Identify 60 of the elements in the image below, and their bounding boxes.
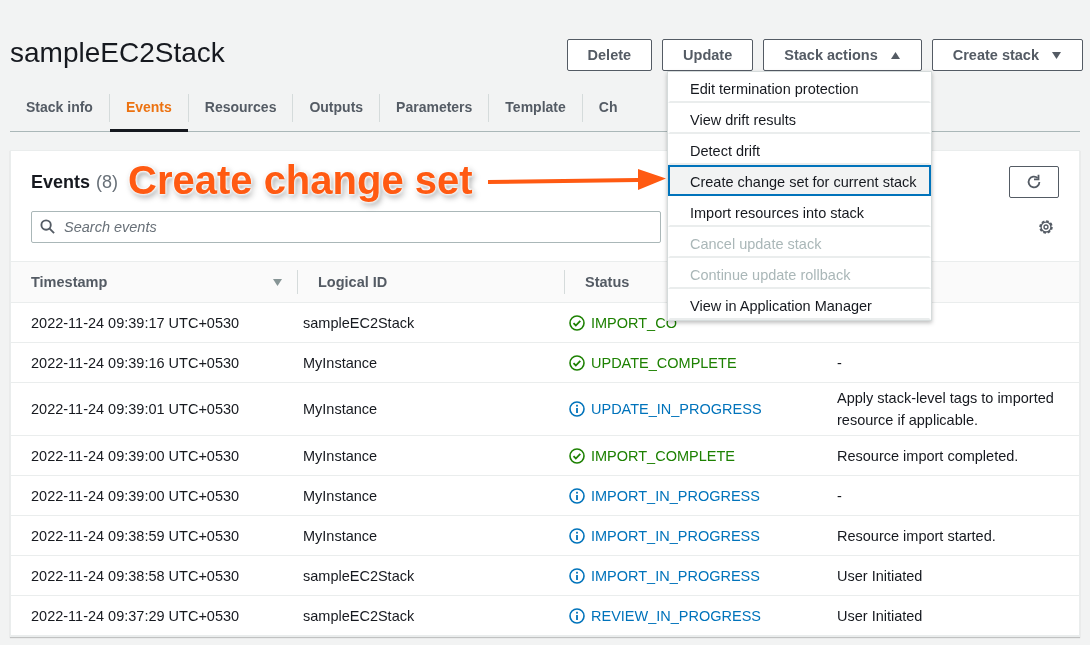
table-cell-text: MyInstance bbox=[302, 526, 379, 546]
table-cell-text: MyInstance bbox=[302, 353, 379, 373]
refresh-button[interactable] bbox=[1009, 166, 1059, 198]
tab[interactable]: Template bbox=[489, 85, 582, 132]
panel-title: Events bbox=[31, 171, 91, 193]
table-cell: Resource import completed. bbox=[837, 447, 1019, 464]
action-button[interactable]: Create stack bbox=[931, 39, 1083, 71]
search-field[interactable]: Search events bbox=[31, 211, 661, 243]
tab[interactable]: Resources bbox=[188, 85, 293, 132]
table-cell-text: sampleEC2Stack bbox=[302, 566, 416, 586]
page-title: sampleEC2Stack bbox=[10, 36, 225, 69]
status-text: IMPORT_IN_PROGRESS bbox=[591, 486, 760, 506]
caret-icon bbox=[1051, 50, 1062, 60]
table-cell-text: 2022-11-24 09:39:00 UTC+0530 bbox=[30, 446, 241, 466]
tab[interactable]: Outputs bbox=[293, 85, 380, 132]
menu-item[interactable]: Edit termination protection bbox=[668, 72, 931, 103]
table-cell: User Initiated bbox=[837, 607, 923, 624]
menu-item[interactable]: Import resources into stack bbox=[668, 196, 931, 227]
menu-item[interactable]: Create change set for current stack bbox=[668, 165, 931, 196]
menu-item[interactable]: View in Application Manager bbox=[668, 289, 931, 320]
table-cell: Apply stack-level tags to imported resource if applicable. bbox=[837, 390, 1054, 428]
column-header[interactable]: Timestamp bbox=[31, 274, 108, 290]
table-cell-text: 2022-11-24 09:38:58 UTC+0530 bbox=[30, 566, 241, 586]
table-cell-text: sampleEC2Stack bbox=[302, 606, 416, 626]
event-count: (8) bbox=[96, 171, 119, 193]
action-button[interactable]: Stack actions bbox=[763, 39, 922, 71]
status-text: UPDATE_COMPLETE bbox=[591, 353, 737, 373]
action-button[interactable]: Delete bbox=[566, 39, 653, 71]
column-header[interactable]: Logical ID bbox=[318, 274, 388, 290]
table-cell: - bbox=[837, 487, 842, 504]
table-cell-text: MyInstance bbox=[302, 400, 379, 419]
status-text: UPDATE_IN_PROGRESS bbox=[591, 400, 762, 419]
status-text: IMPORT_COMPLETE bbox=[591, 446, 735, 466]
table-cell-text: 2022-11-24 09:39:17 UTC+0530 bbox=[30, 313, 241, 333]
table-cell-text: 2022-11-24 09:38:59 UTC+0530 bbox=[30, 526, 241, 546]
annotation-text: Create change set bbox=[128, 158, 473, 203]
caret-icon bbox=[889, 50, 901, 60]
status-text: IMPORT_IN_PROGRESS bbox=[591, 526, 760, 546]
action-button[interactable]: Update bbox=[662, 39, 754, 71]
table-cell-text: sampleEC2Stack bbox=[302, 313, 416, 333]
table-cell: User Initiated bbox=[837, 567, 923, 584]
table-cell-text: MyInstance bbox=[302, 486, 379, 506]
table-cell: - bbox=[837, 354, 842, 371]
settings-icon[interactable] bbox=[1037, 218, 1055, 236]
tab[interactable]: Ch bbox=[582, 85, 634, 132]
sort-caret-icon[interactable] bbox=[272, 277, 283, 287]
table-cell-text: 2022-11-24 09:39:16 UTC+0530 bbox=[30, 353, 241, 373]
table-cell-text: 2022-11-24 09:37:29 UTC+0530 bbox=[30, 606, 241, 626]
status-text: REVIEW_IN_PROGRESS bbox=[591, 606, 761, 626]
tab[interactable]: Stack info bbox=[10, 85, 109, 132]
table-cell-text: 2022-11-24 09:39:01 UTC+0530 bbox=[30, 400, 241, 419]
refresh-icon bbox=[1025, 173, 1043, 191]
column-header[interactable]: Status bbox=[585, 274, 630, 290]
tab[interactable]: Parameters bbox=[380, 85, 489, 132]
search-icon bbox=[40, 219, 55, 234]
table-cell-text: MyInstance bbox=[302, 446, 379, 466]
table-cell: Resource import started. bbox=[837, 527, 996, 544]
table-cell-text: 2022-11-24 09:39:00 UTC+0530 bbox=[30, 486, 241, 506]
status-text: IMPORT_IN_PROGRESS bbox=[591, 566, 760, 586]
menu-item[interactable]: View drift results bbox=[668, 103, 931, 134]
